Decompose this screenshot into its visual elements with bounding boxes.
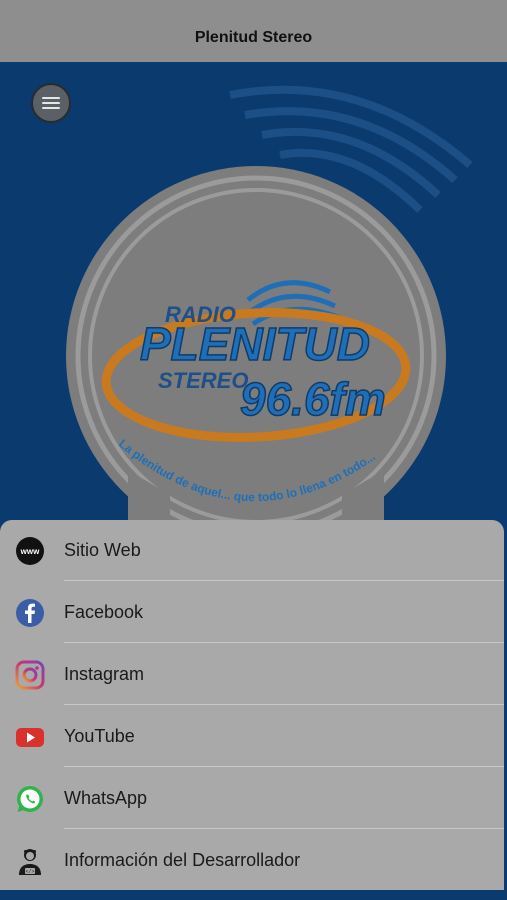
- share-menu-sheet: www Sitio Web Facebook Instagram YouTube…: [0, 520, 504, 890]
- menu-item-whatsapp[interactable]: WhatsApp: [0, 768, 504, 829]
- instagram-icon: [15, 660, 45, 689]
- divider: [64, 704, 504, 705]
- divider: [64, 580, 504, 581]
- menu-item-label: Sitio Web: [64, 540, 141, 560]
- logo-name-text: PLENITUD: [140, 318, 370, 370]
- menu-item-developer-info[interactable]: </> Información del Desarrollador: [0, 830, 504, 891]
- menu-item-instagram[interactable]: Instagram: [0, 644, 504, 705]
- svg-text:</>: </>: [25, 869, 34, 875]
- menu-item-website[interactable]: www Sitio Web: [0, 520, 504, 581]
- divider: [64, 766, 504, 767]
- menu-item-label: Facebook: [64, 602, 144, 622]
- whatsapp-icon: [17, 785, 43, 812]
- developer-icon: </>: [19, 848, 41, 875]
- hamburger-menu-icon[interactable]: [31, 83, 71, 123]
- www-globe-icon: www: [16, 536, 44, 565]
- logo-frequency-text: 96.6fm: [240, 373, 386, 425]
- navigation-bar: Plenitud Stereo: [0, 0, 507, 62]
- svg-text:www: www: [20, 547, 40, 556]
- logo-stereo-text: STEREO: [158, 368, 248, 393]
- menu-item-label: Información del Desarrollador: [64, 850, 301, 870]
- menu-item-label: YouTube: [64, 726, 135, 746]
- divider: [64, 828, 504, 829]
- youtube-icon: [16, 727, 44, 747]
- menu-item-youtube[interactable]: YouTube: [0, 706, 504, 767]
- menu-item-label: Instagram: [64, 664, 145, 684]
- page-title: Plenitud Stereo: [194, 29, 313, 46]
- menu-item-facebook[interactable]: Facebook: [0, 582, 504, 643]
- menu-item-label: WhatsApp: [64, 788, 148, 808]
- divider: [64, 642, 504, 643]
- facebook-icon: [16, 598, 44, 627]
